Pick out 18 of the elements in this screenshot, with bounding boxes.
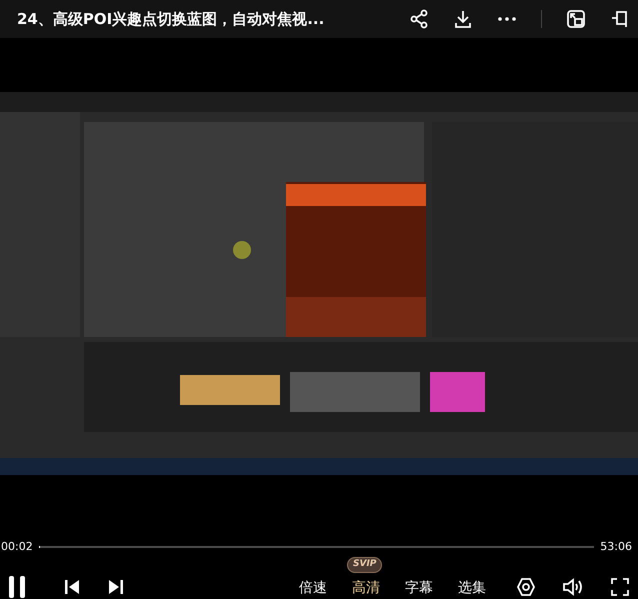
vip-badge: SVIP: [347, 557, 382, 572]
menu-option[interactable]: 高清: [352, 578, 380, 599]
picture-in-picture-icon[interactable]: [566, 9, 586, 29]
menu-option[interactable]: 倍速: [299, 578, 327, 599]
video-title: 24、高级POI兴趣点切换蓝图，自动对焦视...: [17, 8, 324, 30]
settings-icon[interactable]: [516, 577, 536, 597]
pause-icon[interactable]: [8, 575, 26, 599]
duration-time: 53:06: [600, 538, 633, 555]
previous-icon[interactable]: [64, 579, 80, 595]
share-icon[interactable]: [409, 9, 429, 29]
next-icon[interactable]: [108, 579, 124, 595]
menu-option[interactable]: 选集: [458, 578, 486, 599]
fullscreen-icon[interactable]: [610, 577, 630, 597]
download-icon[interactable]: [453, 9, 473, 29]
volume-icon[interactable]: [562, 577, 584, 597]
menu-option[interactable]: 字幕: [405, 578, 433, 599]
pin-icon[interactable]: [610, 9, 628, 29]
elapsed-time: 00:02: [1, 538, 33, 555]
